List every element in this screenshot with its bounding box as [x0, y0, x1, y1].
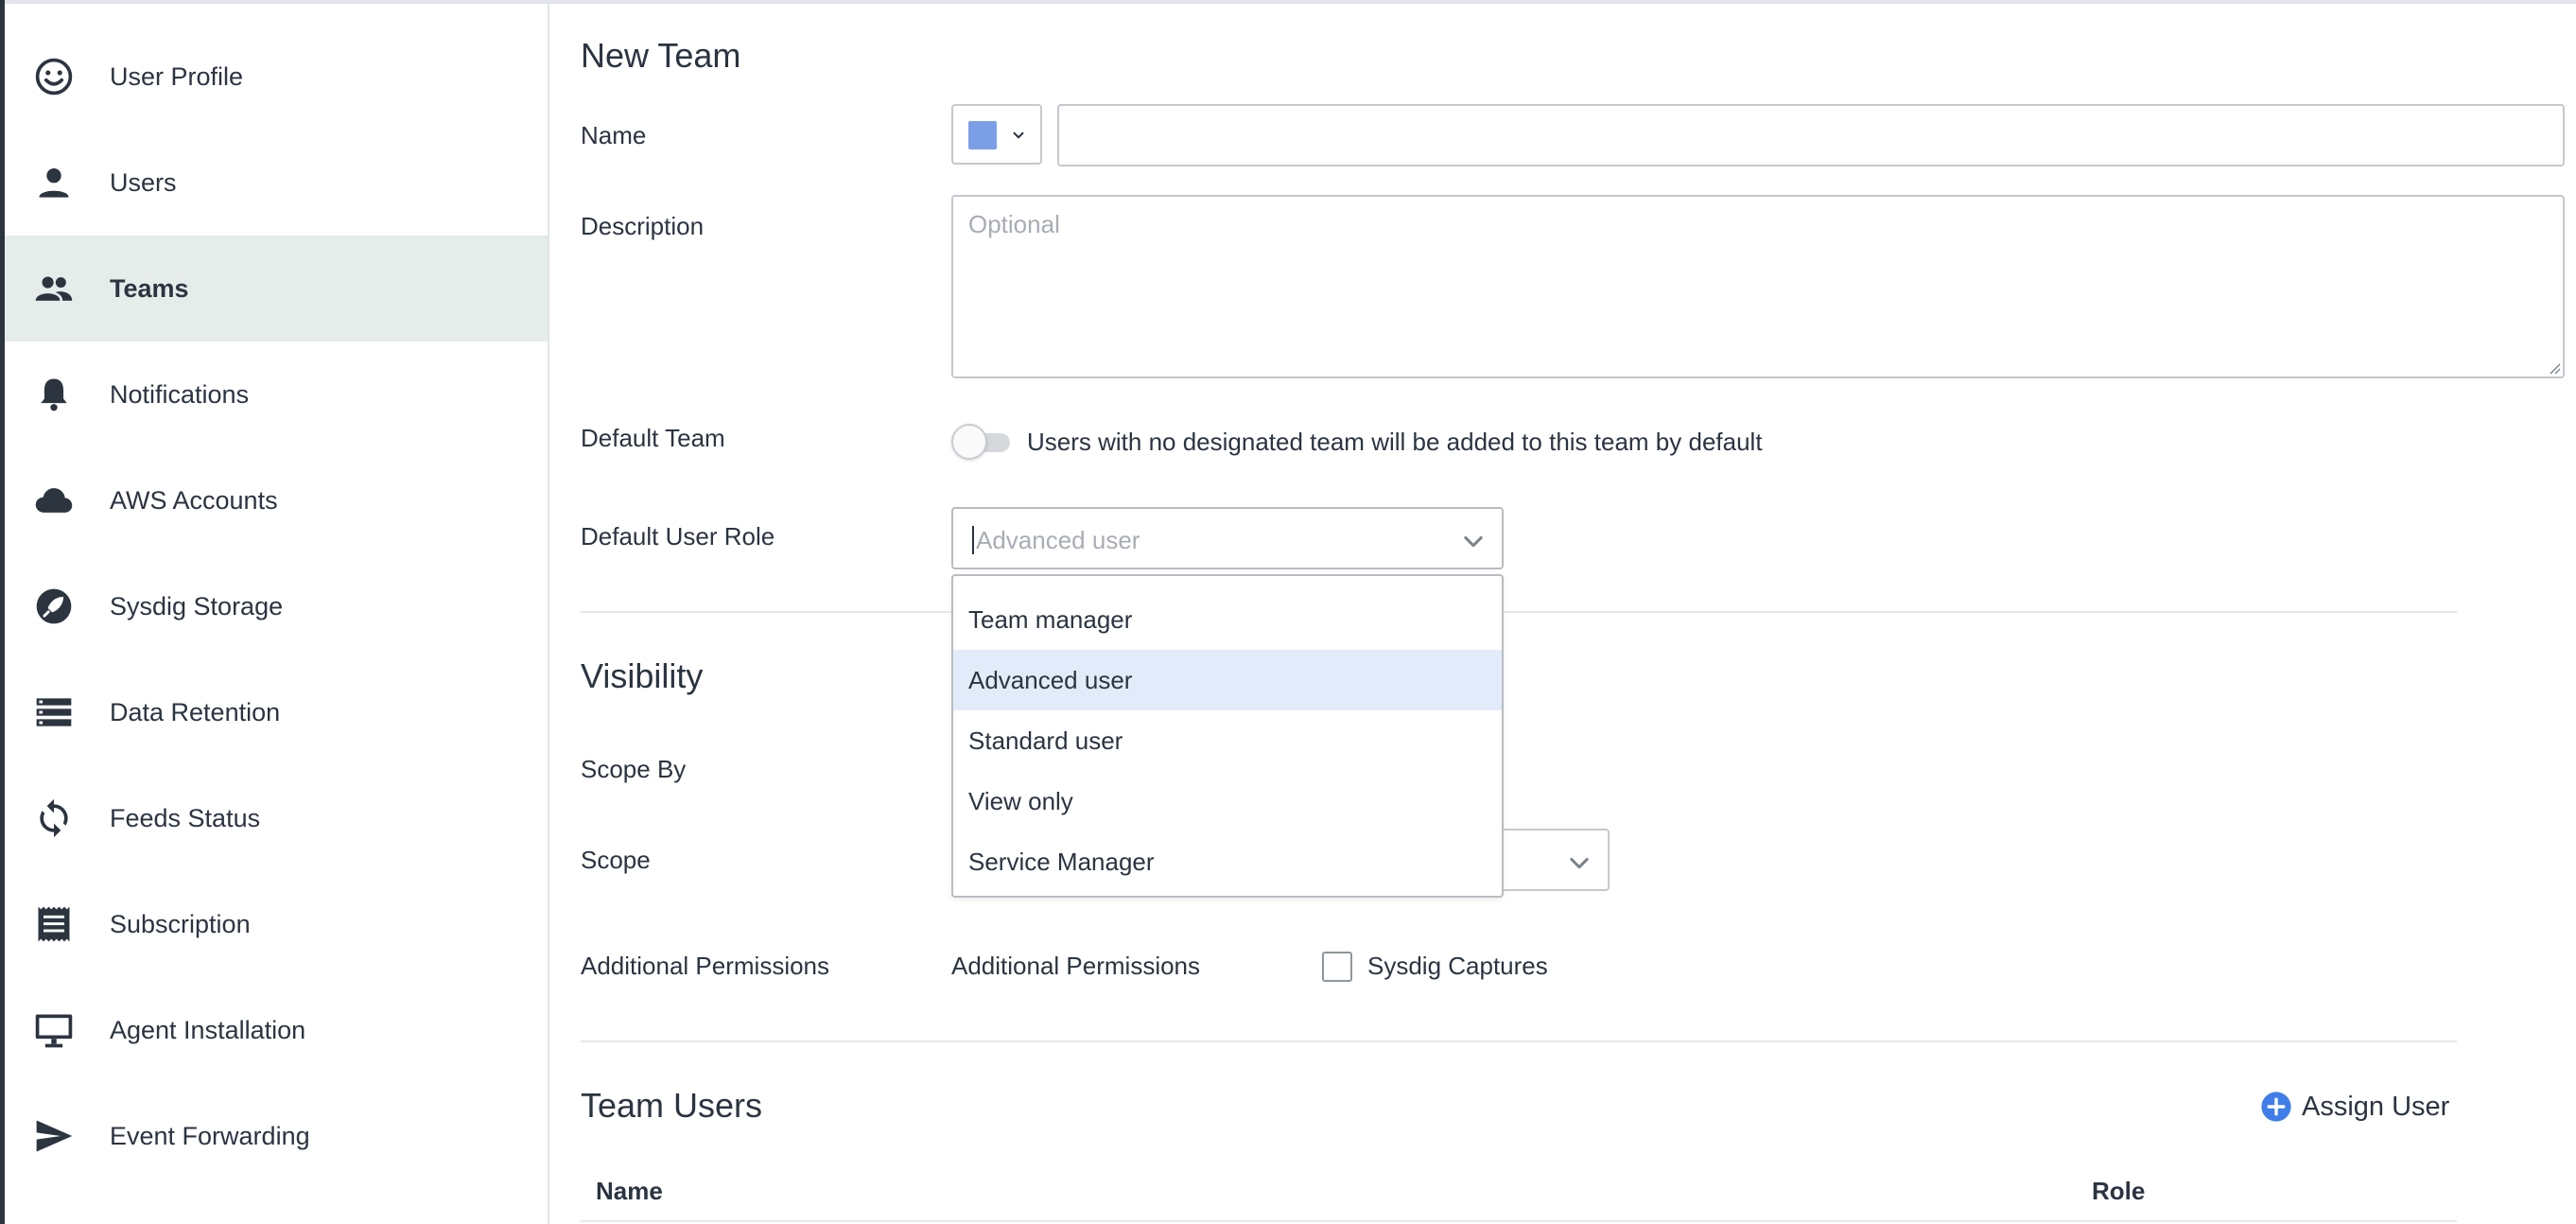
sidebar-item-label: Subscription: [110, 909, 251, 938]
name-label: Name: [581, 121, 647, 149]
chevron-down-icon: [1464, 535, 1483, 548]
scope-by-label: Scope By: [581, 755, 687, 783]
role-select-placeholder: Advanced user: [976, 526, 1140, 554]
column-header-role[interactable]: Role: [2092, 1177, 2145, 1206]
description-label: Description: [581, 212, 705, 240]
sidebar-item-event-forwarding[interactable]: Event Forwarding: [5, 1083, 548, 1189]
default-team-description: Users with no designated team will be ad…: [1027, 428, 1763, 456]
sidebar-item-label: Sysdig Storage: [110, 591, 284, 621]
default-team-label: Default Team: [581, 424, 725, 452]
receipt-icon: [38, 906, 70, 942]
color-swatch: [968, 121, 997, 149]
sidebar-item-label: User Profile: [110, 61, 244, 91]
sidebar-item-label: Agent Installation: [110, 1015, 306, 1044]
sidebar-item-label: Feeds Status: [110, 803, 261, 832]
sysdig-captures-label: Sysdig Captures: [1367, 952, 1548, 980]
sidebar-item-label: Notifications: [110, 379, 250, 409]
send-icon: [36, 1120, 73, 1152]
chevron-down-icon: [1570, 857, 1589, 869]
role-option-service-manager[interactable]: Service Manager: [953, 831, 1502, 892]
chevron-down-icon: [1013, 131, 1024, 139]
sidebar-item-user-profile[interactable]: User Profile: [5, 24, 548, 130]
role-option-view-only[interactable]: View only: [953, 771, 1502, 831]
additional-permissions-label: Additional Permissions: [581, 952, 830, 980]
visibility-heading: Visibility: [581, 656, 704, 695]
scope-label: Scope: [581, 846, 651, 874]
sidebar-item-users[interactable]: Users: [5, 130, 548, 236]
plus-circle-icon: [2261, 1092, 2291, 1122]
person-icon: [39, 167, 69, 198]
team-form: New Team Name Description Default Team U…: [581, 4, 2576, 1224]
sync-icon: [40, 798, 68, 838]
rocket-icon: [36, 588, 72, 624]
team-users-heading: Team Users: [581, 1086, 763, 1125]
settings-sidebar: User Profile Users Teams Notifications A…: [5, 4, 549, 1224]
role-dropdown-menu: Team manager Advanced user Standard user…: [951, 574, 1504, 898]
bell-icon: [41, 378, 67, 411]
sidebar-item-label: Teams: [110, 273, 189, 303]
text-cursor: [972, 526, 974, 554]
sidebar-item-sysdig-storage[interactable]: Sysdig Storage: [5, 553, 548, 659]
sidebar-item-agent-installation[interactable]: Agent Installation: [5, 977, 548, 1083]
sidebar-item-teams[interactable]: Teams: [5, 236, 548, 341]
section-divider: [581, 611, 2457, 613]
sidebar-item-aws-accounts[interactable]: AWS Accounts: [5, 447, 548, 553]
team-name-input[interactable]: [1057, 104, 2565, 166]
assign-user-button[interactable]: Assign User: [2260, 1086, 2449, 1128]
sidebar-item-subscription[interactable]: Subscription: [5, 871, 548, 977]
sidebar-item-feeds-status[interactable]: Feeds Status: [5, 765, 548, 871]
default-user-role-label: Default User Role: [581, 522, 775, 551]
sidebar-item-data-retention[interactable]: Data Retention: [5, 659, 548, 765]
sysdig-captures-checkbox[interactable]: [1322, 952, 1352, 982]
assign-user-label: Assign User: [2302, 1091, 2450, 1122]
additional-permissions-sublabel: Additional Permissions: [951, 952, 1201, 980]
default-user-role-select[interactable]: Advanced user: [951, 507, 1504, 569]
monitor-icon: [35, 1014, 73, 1048]
storage-list-icon: [36, 698, 72, 726]
sidebar-item-label: AWS Accounts: [110, 485, 278, 515]
default-team-toggle[interactable]: [951, 424, 1014, 460]
sidebar-item-notifications[interactable]: Notifications: [5, 341, 548, 447]
role-option-advanced-user[interactable]: Advanced user: [953, 650, 1502, 710]
role-option-standard-user[interactable]: Standard user: [953, 710, 1502, 771]
sidebar-item-label: Users: [110, 167, 177, 197]
role-option-team-manager[interactable]: Team manager: [953, 589, 1502, 650]
description-textarea[interactable]: [951, 195, 2565, 378]
column-header-name[interactable]: Name: [596, 1177, 663, 1206]
sidebar-item-label: Data Retention: [110, 697, 281, 726]
section-divider: [581, 1040, 2457, 1042]
toggle-knob: [951, 424, 987, 460]
smiley-face-icon: [35, 58, 73, 96]
sidebar-item-label: Event Forwarding: [110, 1121, 310, 1150]
people-icon: [35, 276, 73, 301]
resize-handle-icon[interactable]: [2546, 359, 2561, 375]
table-header-divider: [581, 1220, 2457, 1222]
team-color-picker[interactable]: [951, 104, 1042, 165]
page-title: New Team: [581, 36, 741, 75]
cloud-icon: [35, 488, 73, 513]
